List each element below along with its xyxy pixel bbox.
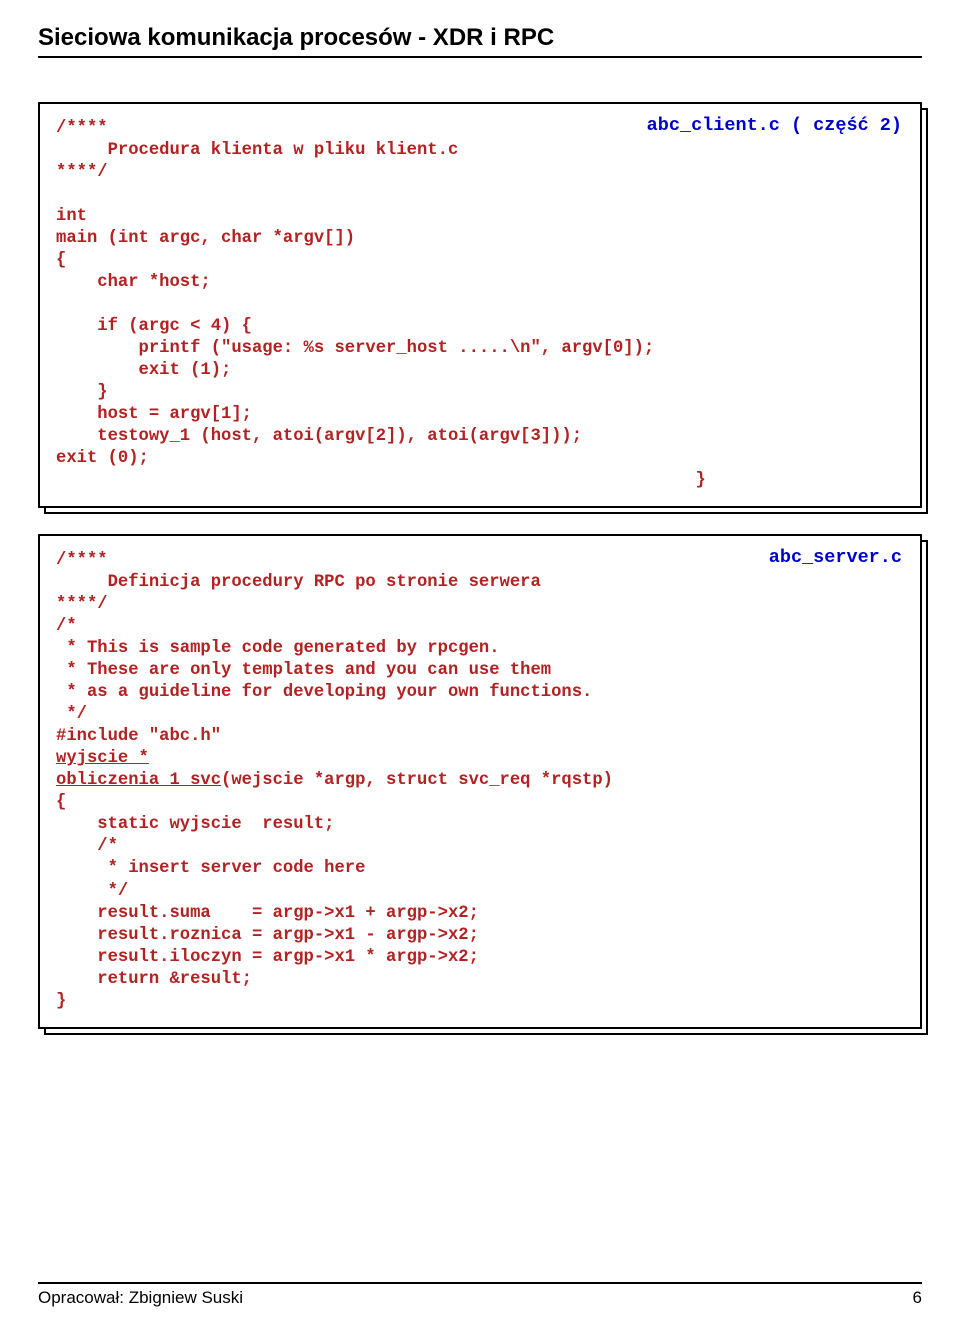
code-text-2a: /**** Definicja procedury RPC po stronie… [56, 551, 592, 746]
code-text-2b: (wejscie *argp, struct svc_req *rqstp) {… [56, 771, 613, 1010]
code-underline-1: wyjscie * [56, 749, 149, 768]
code-label-1: abc_client.c ( część 2) [647, 114, 902, 138]
code-block-2: abc_server.c /**** Definicja procedury RP… [38, 534, 922, 1028]
footer-author: Opracował: Zbigniew Suski [38, 1288, 243, 1308]
code-text-1: /**** Procedura klienta w pliku klient.c… [56, 119, 706, 490]
page-header: Sieciowa komunikacja procesów - XDR i RP… [38, 24, 922, 58]
footer-page-number: 6 [913, 1288, 922, 1308]
code-label-2: abc_server.c [769, 546, 902, 570]
code-content-1: abc_client.c ( część 2)/**** Procedura k… [38, 102, 922, 508]
page-footer: Opracował: Zbigniew Suski 6 [38, 1282, 922, 1308]
code-content-2: abc_server.c /**** Definicja procedury RP… [38, 534, 922, 1028]
code-block-1: abc_client.c ( część 2)/**** Procedura k… [38, 102, 922, 508]
code-underline-2: obliczenia_1_svc [56, 771, 221, 790]
